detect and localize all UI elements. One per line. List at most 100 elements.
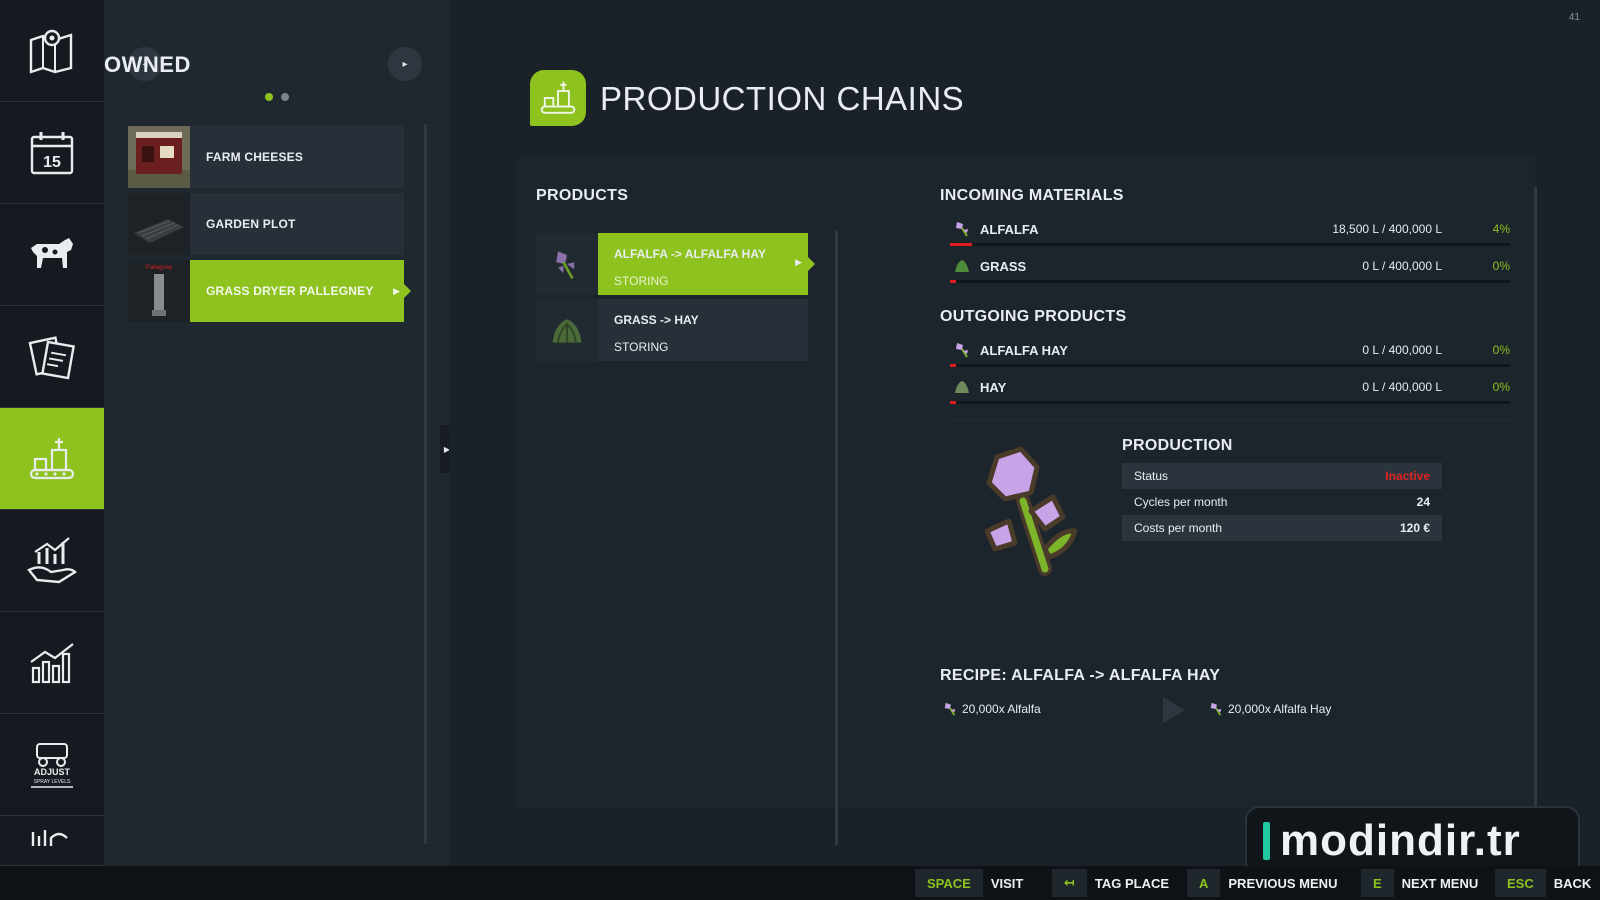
page-dot-2[interactable] — [280, 93, 289, 101]
hint-back[interactable]: ESC BACK — [1495, 866, 1591, 900]
fill-level — [950, 280, 956, 283]
material-percent: 0% — [1492, 380, 1510, 394]
production-chains-badge — [530, 70, 586, 126]
material-name: GRASS — [980, 259, 1027, 274]
incoming-grass: GRASS 0 L / 400,000 L 0% — [950, 258, 1510, 283]
footer-hint-bar: SPACE VISIT ↤ TAG PLACE A PREVIOUS MENU … — [0, 866, 1600, 900]
material-amount: 0 L / 400,000 L — [1362, 380, 1442, 394]
production-value: 24 — [1416, 495, 1430, 509]
nav-map[interactable] — [0, 0, 104, 102]
calendar-icon: 15 — [30, 131, 74, 174]
production-row-status: Status Inactive — [1122, 463, 1442, 489]
product-alfalfa-hay[interactable]: ALFALFA -> ALFALFA HAY STORING ▶ — [536, 233, 815, 295]
product-info: GRASS -> HAY STORING — [598, 299, 808, 361]
product-status: STORING — [614, 340, 669, 354]
owned-list-scrollbar[interactable] — [424, 124, 427, 844]
product-name: GRASS -> HAY — [614, 313, 699, 327]
fill-level-bar — [950, 280, 1510, 283]
spray-levels-icon: ADJUST SPRAY LEVELS — [31, 742, 73, 788]
grass-icon — [552, 319, 582, 343]
production-row-costs: Costs per month 120 € — [1122, 515, 1442, 541]
spray-levels-subtitle: SPRAY LEVELS — [34, 779, 71, 785]
hay-icon — [955, 381, 969, 393]
fill-level — [950, 401, 956, 404]
product-status: STORING — [614, 274, 669, 288]
material-amount: 0 L / 400,000 L — [1362, 343, 1442, 357]
product-hay[interactable]: GRASS -> HAY STORING — [536, 299, 808, 361]
fill-level-bar — [950, 364, 1510, 367]
owned-next-button[interactable]: ▸ — [388, 47, 422, 81]
owned-item-label: GRASS DRYER PALLEGNEY — [206, 284, 374, 298]
outgoing-alfalfa-hay: ALFALFA HAY 0 L / 400,000 L 0% — [950, 342, 1510, 367]
material-percent: 0% — [1492, 343, 1510, 357]
alfalfa-hay-icon — [956, 343, 968, 358]
production-table: Status Inactive Cycles per month 24 Cost… — [1122, 463, 1442, 541]
details-scrollbar[interactable] — [1534, 187, 1537, 807]
production-label: Status — [1134, 469, 1169, 483]
hint-previous-menu[interactable]: A PREVIOUS MENU — [1187, 866, 1337, 900]
owned-item-grass-dryer-pallegney[interactable]: Pallegney GRASS DRYER PALLEGNEY ▶ — [128, 260, 411, 322]
nav-animals[interactable] — [0, 204, 104, 306]
nav-spray-levels[interactable]: ADJUST SPRAY LEVELS — [0, 714, 104, 816]
hint-label: BACK — [1553, 875, 1592, 891]
owned-item-farm-cheeses[interactable]: FARM CHEESES — [128, 126, 404, 188]
incoming-heading: INCOMING MATERIALS — [940, 187, 1124, 204]
alfalfa-thumb — [536, 233, 598, 295]
material-name: ALFALFA — [980, 222, 1039, 237]
owned-item-label: GARDEN PLOT — [206, 217, 296, 231]
material-amount: 18,500 L / 400,000 L — [1332, 222, 1442, 236]
nav-more[interactable] — [0, 816, 104, 866]
recipe-output-text: 20,000x Alfalfa Hay — [1228, 702, 1332, 716]
key-badge: E — [1361, 869, 1394, 897]
hint-visit[interactable]: SPACE VISIT — [915, 866, 1023, 900]
recipe-output: 20,000x Alfalfa Hay — [1209, 702, 1331, 716]
corner-number: 41 — [1568, 12, 1580, 23]
alfalfa-icon — [556, 251, 575, 280]
page-indicator — [104, 88, 449, 106]
recipe-input: 20,000x Alfalfa — [943, 702, 1041, 716]
spray-levels-title: ADJUST — [34, 767, 71, 777]
hint-tag-place[interactable]: ↤ TAG PLACE — [1052, 866, 1169, 900]
production-label: Costs per month — [1134, 521, 1223, 535]
caret-right-icon: ▶ — [393, 285, 400, 296]
nav-contracts[interactable] — [0, 306, 104, 408]
grass-icon — [955, 260, 969, 272]
nav-statistics[interactable] — [0, 612, 104, 714]
production-icon — [540, 81, 576, 114]
page-dot-1[interactable] — [264, 93, 273, 101]
alfalfa-icon — [944, 702, 956, 716]
nav-finances[interactable] — [0, 510, 104, 612]
watermark-bar — [1263, 822, 1270, 860]
hint-label: NEXT MENU — [1401, 875, 1479, 891]
nav-production[interactable] — [0, 408, 111, 510]
owned-item-label: FARM CHEESES — [206, 150, 304, 164]
production-icon — [29, 437, 75, 479]
statistics-icon — [30, 642, 74, 683]
page-title: PRODUCTION CHAINS — [600, 80, 965, 117]
material-percent: 4% — [1492, 222, 1510, 236]
owned-item-garden-plot[interactable]: GARDEN PLOT — [128, 193, 404, 255]
finances-icon — [27, 536, 77, 583]
calendar-day: 15 — [43, 154, 61, 171]
production-label: Cycles per month — [1134, 495, 1228, 509]
nav-calendar[interactable]: 15 — [0, 102, 104, 204]
products-scrollbar[interactable] — [835, 230, 838, 845]
material-name: HAY — [980, 380, 1007, 395]
incoming-alfalfa: ALFALFA 18,500 L / 400,000 L 4% — [950, 221, 1510, 246]
production-value: 120 € — [1399, 521, 1430, 535]
owned-item-active-label-box: GRASS DRYER PALLEGNEY ▶ — [190, 260, 411, 322]
outgoing-heading: OUTGOING PRODUCTS — [940, 308, 1127, 325]
watermark-text: modindir.tr — [1280, 816, 1521, 865]
hint-next-menu[interactable]: E NEXT MENU — [1361, 866, 1478, 900]
garden-plot-thumbnail — [128, 193, 190, 255]
product-name: ALFALFA -> ALFALFA HAY — [614, 247, 766, 261]
hint-label: VISIT — [990, 875, 1024, 891]
divider — [950, 420, 1510, 421]
key-badge: ESC — [1495, 869, 1546, 897]
production-heading: PRODUCTION — [1122, 437, 1233, 454]
material-percent: 0% — [1492, 259, 1510, 273]
fill-level — [950, 364, 956, 367]
product-info: ALFALFA -> ALFALFA HAY STORING ▶ — [598, 233, 815, 295]
production-row-cycles: Cycles per month 24 — [1122, 489, 1442, 515]
key-badge: SPACE — [915, 869, 983, 897]
